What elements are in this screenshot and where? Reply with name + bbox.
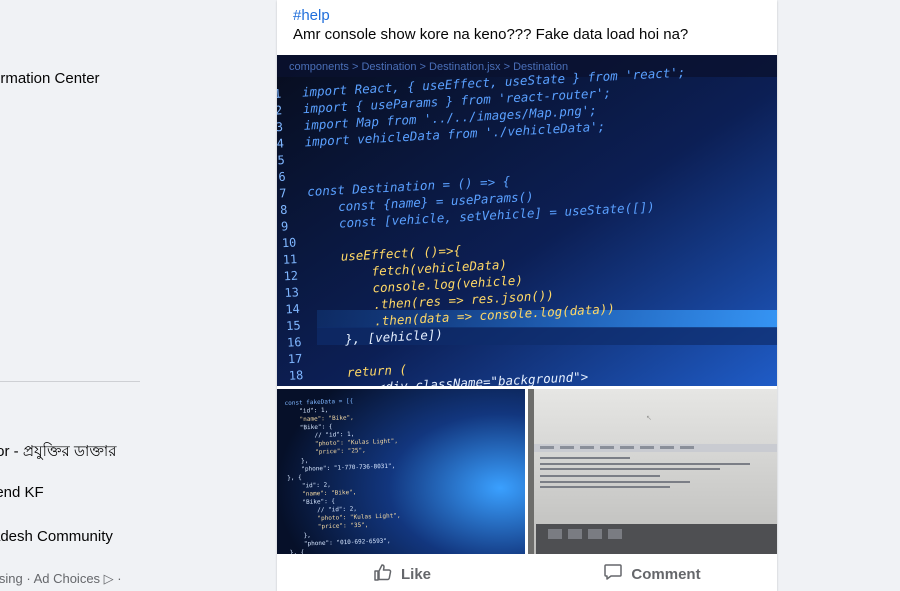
- like-button[interactable]: Like: [277, 557, 527, 591]
- code-line-number: 7: [279, 186, 287, 200]
- left-sidebar: ormation Center tor - প্রযুক্তির ডাক্তার…: [0, 0, 150, 591]
- code-line-number: 13: [284, 285, 299, 300]
- code-line-number: 14: [285, 302, 300, 317]
- code-line-number: 9: [281, 219, 289, 233]
- post-card: #help Amr console show kore na keno??? F…: [277, 0, 777, 591]
- code-line-number: 19: [289, 385, 304, 386]
- code-line-number: 11: [282, 252, 297, 267]
- sidebar-item-label: ormation Center: [0, 70, 100, 87]
- post-photo-console[interactable]: ↖: [528, 389, 777, 554]
- sidebar-footer-links[interactable]: ising · Ad Choices ▷ ·: [0, 571, 122, 587]
- comment-label: Comment: [631, 565, 701, 583]
- sidebar-item-information-center[interactable]: ormation Center: [0, 70, 100, 87]
- editor-breadcrumb: components > Destination > Destination.j…: [289, 61, 568, 73]
- like-label: Like: [400, 565, 431, 583]
- code-line-number: 18: [288, 368, 303, 383]
- post-caption: Amr console show kore na keno??? Fake da…: [293, 26, 689, 43]
- code-line-number: 8: [280, 203, 288, 217]
- post-photo-main[interactable]: components > Destination > Destination.j…: [277, 55, 777, 386]
- sidebar-divider: [0, 381, 140, 382]
- hashtag-link[interactable]: #help: [293, 6, 761, 25]
- code-line-number: 10: [282, 236, 297, 251]
- code-line-number: 5: [277, 153, 285, 167]
- code-line-number: 2: [277, 103, 283, 117]
- post-photo-fake-data[interactable]: const fakeData = [{ "id": 1, "name": "Bi…: [277, 389, 525, 554]
- fake-data-line: },: [286, 457, 308, 465]
- code-line-number: 17: [288, 352, 303, 367]
- code-line-number: 15: [286, 318, 301, 333]
- fake-data-line: },: [289, 532, 311, 540]
- code-line-number: 12: [283, 269, 298, 284]
- sidebar-item-label: iend KF: [0, 484, 44, 501]
- code-line-number: 16: [287, 335, 302, 350]
- sidebar-item-label: adesh Community: [0, 528, 113, 545]
- sidebar-item-group-1[interactable]: tor - প্রযুক্তির ডাক্তার: [0, 440, 117, 465]
- fake-data-line: "id": 1,: [285, 407, 329, 416]
- sidebar-item-group-2[interactable]: iend KF: [0, 484, 44, 501]
- post-action-bar: Like Comment: [277, 556, 777, 591]
- code-line-number: 1: [277, 87, 282, 101]
- thumbs-up-icon: [373, 562, 393, 586]
- code-line-number: 6: [278, 170, 286, 184]
- code-line-number: 3: [277, 120, 283, 134]
- sidebar-item-group-3[interactable]: adesh Community: [0, 528, 113, 545]
- comment-button[interactable]: Comment: [527, 557, 777, 591]
- code-line-number: 4: [277, 136, 284, 150]
- post-text: #help Amr console show kore na keno??? F…: [277, 0, 777, 44]
- comment-bubble-icon: [603, 562, 623, 586]
- fake-data-line: }, {: [287, 474, 302, 482]
- sidebar-item-label: tor - প্রযুক্তির ডাক্তার: [0, 443, 117, 460]
- svg-text:↖: ↖: [646, 415, 652, 422]
- fake-data-line: }, {: [290, 549, 305, 554]
